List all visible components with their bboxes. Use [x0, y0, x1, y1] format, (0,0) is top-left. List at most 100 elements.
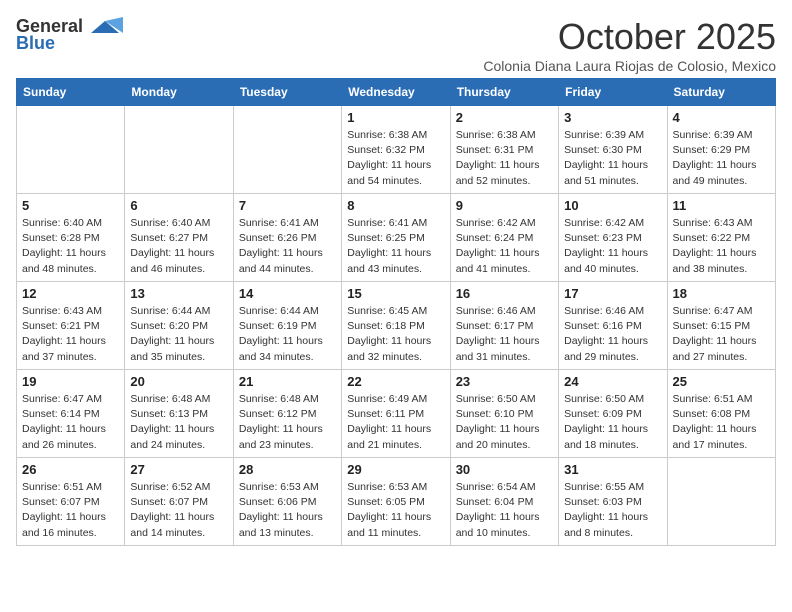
week-row-4: 26 Sunrise: 6:51 AM Sunset: 6:07 PM Dayli…: [17, 458, 776, 546]
day-number: 25: [673, 374, 770, 389]
week-row-0: 1Sunrise: 6:38 AM Sunset: 6:32 PM Daylig…: [17, 106, 776, 194]
day-cell: [233, 106, 341, 194]
day-number: 21: [239, 374, 336, 389]
calendar-body: 1Sunrise: 6:38 AM Sunset: 6:32 PM Daylig…: [17, 106, 776, 546]
day-number: 16: [456, 286, 553, 301]
day-cell: 23 Sunrise: 6:50 AM Sunset: 6:10 PM Dayli…: [450, 370, 558, 458]
day-info: Sunrise: 6:47 AM Sunset: 6:14 PM Dayligh…: [22, 392, 119, 453]
day-info: Sunrise: 6:39 AM Sunset: 6:29 PM Dayligh…: [673, 128, 770, 189]
header-cell-sunday: Sunday: [17, 79, 125, 106]
logo-blue-text: Blue: [16, 33, 55, 54]
day-number: 3: [564, 110, 661, 125]
day-info: Sunrise: 6:48 AM Sunset: 6:13 PM Dayligh…: [130, 392, 227, 453]
logo-icon: [87, 17, 123, 37]
day-number: 12: [22, 286, 119, 301]
day-cell: 16Sunrise: 6:46 AM Sunset: 6:17 PM Dayli…: [450, 282, 558, 370]
day-cell: 25 Sunrise: 6:51 AM Sunset: 6:08 PM Dayli…: [667, 370, 775, 458]
day-cell: 31 Sunrise: 6:55 AM Sunset: 6:03 PM Dayli…: [559, 458, 667, 546]
day-info: Sunrise: 6:41 AM Sunset: 6:26 PM Dayligh…: [239, 216, 336, 277]
day-cell: 27 Sunrise: 6:52 AM Sunset: 6:07 PM Dayli…: [125, 458, 233, 546]
day-cell: 1Sunrise: 6:38 AM Sunset: 6:32 PM Daylig…: [342, 106, 450, 194]
day-number: 4: [673, 110, 770, 125]
page-header: General Blue October 2025 Colonia Diana …: [16, 16, 776, 74]
header-cell-wednesday: Wednesday: [342, 79, 450, 106]
day-cell: 24 Sunrise: 6:50 AM Sunset: 6:09 PM Dayli…: [559, 370, 667, 458]
day-cell: 29Sunrise: 6:53 AM Sunset: 6:05 PM Dayli…: [342, 458, 450, 546]
day-number: 8: [347, 198, 444, 213]
day-info: Sunrise: 6:55 AM Sunset: 6:03 PM Dayligh…: [564, 480, 661, 541]
day-cell: 30Sunrise: 6:54 AM Sunset: 6:04 PM Dayli…: [450, 458, 558, 546]
day-number: 2: [456, 110, 553, 125]
day-number: 14: [239, 286, 336, 301]
day-cell: 5 Sunrise: 6:40 AM Sunset: 6:28 PM Daylig…: [17, 194, 125, 282]
day-info: Sunrise: 6:38 AM Sunset: 6:31 PM Dayligh…: [456, 128, 553, 189]
day-number: 10: [564, 198, 661, 213]
day-info: Sunrise: 6:51 AM Sunset: 6:08 PM Dayligh…: [673, 392, 770, 453]
day-cell: 18Sunrise: 6:47 AM Sunset: 6:15 PM Dayli…: [667, 282, 775, 370]
day-cell: 3 Sunrise: 6:39 AM Sunset: 6:30 PM Daylig…: [559, 106, 667, 194]
day-info: Sunrise: 6:42 AM Sunset: 6:24 PM Dayligh…: [456, 216, 553, 277]
day-cell: 22 Sunrise: 6:49 AM Sunset: 6:11 PM Dayli…: [342, 370, 450, 458]
day-cell: 28 Sunrise: 6:53 AM Sunset: 6:06 PM Dayli…: [233, 458, 341, 546]
day-number: 29: [347, 462, 444, 477]
day-cell: 12 Sunrise: 6:43 AM Sunset: 6:21 PM Dayli…: [17, 282, 125, 370]
title-block: October 2025 Colonia Diana Laura Riojas …: [483, 16, 776, 74]
day-number: 31: [564, 462, 661, 477]
day-info: Sunrise: 6:44 AM Sunset: 6:19 PM Dayligh…: [239, 304, 336, 365]
day-info: Sunrise: 6:49 AM Sunset: 6:11 PM Dayligh…: [347, 392, 444, 453]
day-info: Sunrise: 6:46 AM Sunset: 6:16 PM Dayligh…: [564, 304, 661, 365]
day-info: Sunrise: 6:40 AM Sunset: 6:28 PM Dayligh…: [22, 216, 119, 277]
header-cell-monday: Monday: [125, 79, 233, 106]
day-cell: [667, 458, 775, 546]
month-title: October 2025: [483, 16, 776, 58]
day-number: 17: [564, 286, 661, 301]
day-info: Sunrise: 6:43 AM Sunset: 6:21 PM Dayligh…: [22, 304, 119, 365]
day-cell: 15Sunrise: 6:45 AM Sunset: 6:18 PM Dayli…: [342, 282, 450, 370]
day-cell: 8 Sunrise: 6:41 AM Sunset: 6:25 PM Daylig…: [342, 194, 450, 282]
day-info: Sunrise: 6:40 AM Sunset: 6:27 PM Dayligh…: [130, 216, 227, 277]
week-row-2: 12 Sunrise: 6:43 AM Sunset: 6:21 PM Dayli…: [17, 282, 776, 370]
day-info: Sunrise: 6:53 AM Sunset: 6:06 PM Dayligh…: [239, 480, 336, 541]
day-info: Sunrise: 6:41 AM Sunset: 6:25 PM Dayligh…: [347, 216, 444, 277]
location-title: Colonia Diana Laura Riojas de Colosio, M…: [483, 58, 776, 74]
day-cell: 26 Sunrise: 6:51 AM Sunset: 6:07 PM Dayli…: [17, 458, 125, 546]
day-cell: 4 Sunrise: 6:39 AM Sunset: 6:29 PM Daylig…: [667, 106, 775, 194]
day-number: 11: [673, 198, 770, 213]
day-number: 7: [239, 198, 336, 213]
day-cell: 7 Sunrise: 6:41 AM Sunset: 6:26 PM Daylig…: [233, 194, 341, 282]
day-number: 22: [347, 374, 444, 389]
day-info: Sunrise: 6:42 AM Sunset: 6:23 PM Dayligh…: [564, 216, 661, 277]
day-info: Sunrise: 6:47 AM Sunset: 6:15 PM Dayligh…: [673, 304, 770, 365]
day-number: 23: [456, 374, 553, 389]
day-number: 15: [347, 286, 444, 301]
day-number: 19: [22, 374, 119, 389]
day-cell: 11Sunrise: 6:43 AM Sunset: 6:22 PM Dayli…: [667, 194, 775, 282]
day-cell: 2 Sunrise: 6:38 AM Sunset: 6:31 PM Daylig…: [450, 106, 558, 194]
header-cell-saturday: Saturday: [667, 79, 775, 106]
day-number: 27: [130, 462, 227, 477]
day-number: 24: [564, 374, 661, 389]
day-number: 26: [22, 462, 119, 477]
header-cell-thursday: Thursday: [450, 79, 558, 106]
day-cell: 9Sunrise: 6:42 AM Sunset: 6:24 PM Daylig…: [450, 194, 558, 282]
calendar-header: SundayMondayTuesdayWednesdayThursdayFrid…: [17, 79, 776, 106]
day-number: 30: [456, 462, 553, 477]
day-number: 28: [239, 462, 336, 477]
header-cell-tuesday: Tuesday: [233, 79, 341, 106]
header-cell-friday: Friday: [559, 79, 667, 106]
calendar-table: SundayMondayTuesdayWednesdayThursdayFrid…: [16, 78, 776, 546]
day-cell: 13Sunrise: 6:44 AM Sunset: 6:20 PM Dayli…: [125, 282, 233, 370]
day-info: Sunrise: 6:50 AM Sunset: 6:10 PM Dayligh…: [456, 392, 553, 453]
day-info: Sunrise: 6:50 AM Sunset: 6:09 PM Dayligh…: [564, 392, 661, 453]
day-number: 20: [130, 374, 227, 389]
day-number: 5: [22, 198, 119, 213]
day-cell: 19 Sunrise: 6:47 AM Sunset: 6:14 PM Dayli…: [17, 370, 125, 458]
header-row: SundayMondayTuesdayWednesdayThursdayFrid…: [17, 79, 776, 106]
day-info: Sunrise: 6:39 AM Sunset: 6:30 PM Dayligh…: [564, 128, 661, 189]
week-row-1: 5 Sunrise: 6:40 AM Sunset: 6:28 PM Daylig…: [17, 194, 776, 282]
day-info: Sunrise: 6:51 AM Sunset: 6:07 PM Dayligh…: [22, 480, 119, 541]
day-cell: [125, 106, 233, 194]
day-info: Sunrise: 6:52 AM Sunset: 6:07 PM Dayligh…: [130, 480, 227, 541]
day-number: 6: [130, 198, 227, 213]
day-cell: 6 Sunrise: 6:40 AM Sunset: 6:27 PM Daylig…: [125, 194, 233, 282]
